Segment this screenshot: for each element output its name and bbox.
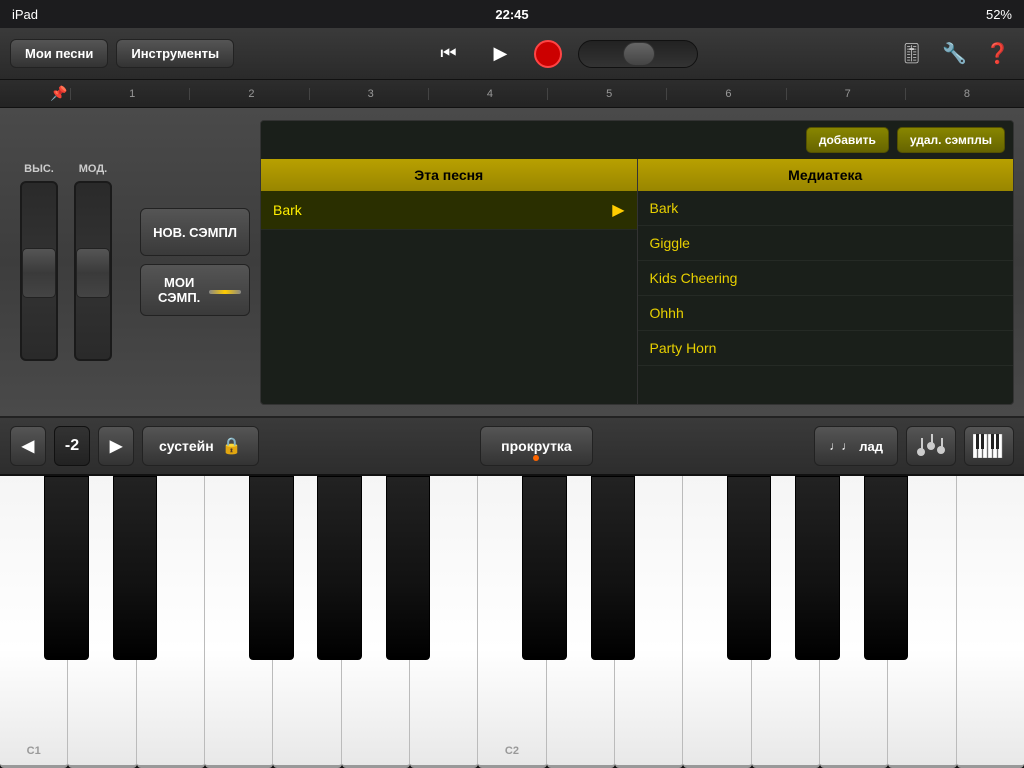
record-button[interactable] (534, 40, 562, 68)
white-key-c3[interactable] (957, 476, 1024, 768)
library-item-giggle[interactable]: Giggle (638, 226, 1014, 261)
note-icon: ♩♩ (829, 439, 853, 453)
mark-1: 1 (70, 88, 189, 100)
play-button[interactable]: ▶ (482, 36, 518, 72)
device-label: iPad (12, 7, 38, 22)
library-item-kids-cheering[interactable]: Kids Cheering (638, 261, 1014, 296)
this-song-header: Эта песня (261, 159, 637, 191)
battery-indicator: 52% (986, 7, 1012, 22)
delete-sample-button[interactable]: удал. сэмплы (897, 127, 1005, 153)
keyboard-view-button[interactable] (964, 426, 1014, 466)
help-icon[interactable]: ❓ (981, 37, 1014, 70)
black-key-0[interactable] (44, 476, 88, 660)
black-key-4[interactable] (317, 476, 361, 660)
mark-4: 4 (428, 88, 547, 100)
timeline: 📌 1 2 3 4 5 6 7 8 (0, 80, 1024, 108)
black-key-7[interactable] (522, 476, 566, 660)
octave-display: -2 (54, 426, 90, 466)
arpeggio-icon (917, 434, 945, 458)
timeline-pin: 📌 (50, 85, 67, 102)
volume-thumb (623, 42, 655, 66)
instruments-button[interactable]: Инструменты (116, 39, 234, 68)
black-key-10[interactable] (727, 476, 771, 660)
sample-buttons-panel: НОВ. СЭМПЛ МОИ СЭМП. (130, 198, 260, 326)
black-key-3[interactable] (249, 476, 293, 660)
black-key-1[interactable] (113, 476, 157, 660)
arrow-icon: ▶ (612, 200, 624, 220)
pitch-slider-thumb (22, 248, 56, 298)
octave-down-button[interactable]: ◀ (10, 426, 46, 466)
scroll-button[interactable]: прокрутка (480, 426, 593, 466)
keyboard-icon (973, 434, 1005, 458)
this-song-list[interactable]: Bark ▶ (261, 191, 637, 404)
black-key-5[interactable] (386, 476, 430, 660)
bottom-controls: ◀ -2 ▶ сустейн 🔒 прокрутка ♩♩ лад (0, 418, 1024, 476)
mark-8: 8 (905, 88, 1024, 100)
library-item-ohhh[interactable]: Ohhh (638, 296, 1014, 331)
rewind-button[interactable]: ⏮ (430, 36, 466, 72)
library-column: Медиатека Bark Giggle Kids Cheering Ohhh (638, 159, 1014, 404)
sample-content-panel: добавить удал. сэмплы Эта песня Bark ▶ М… (260, 120, 1014, 405)
arpeggio-button[interactable] (906, 426, 956, 466)
scroll-dot (533, 455, 539, 461)
transport-controls: ⏮ ▶ (242, 36, 887, 72)
volume-slider[interactable] (578, 40, 698, 68)
sample-lists: Эта песня Bark ▶ Медиатека Bark Giggle (261, 159, 1013, 404)
settings-icon[interactable]: 🔧 (938, 37, 971, 70)
song-item-bark[interactable]: Bark ▶ (261, 191, 637, 230)
my-songs-button[interactable]: Мои песни (10, 39, 108, 68)
library-item-bark[interactable]: Bark (638, 191, 1014, 226)
mod-slider-thumb (76, 248, 110, 298)
black-key-11[interactable] (795, 476, 839, 660)
black-key-12[interactable] (864, 476, 908, 660)
this-song-column: Эта песня Bark ▶ (261, 159, 638, 404)
new-sample-button[interactable]: НОВ. СЭМПЛ (140, 208, 250, 256)
pitch-slider-group: ВЫС. (20, 163, 58, 361)
status-bar: iPad 22:45 52% (0, 0, 1024, 28)
sample-action-toolbar: добавить удал. сэмплы (261, 121, 1013, 159)
top-toolbar: Мои песни Инструменты ⏮ ▶ 🎚 🔧 ❓ (0, 28, 1024, 80)
mod-label: МОД. (79, 163, 107, 175)
mod-slider-track[interactable] (74, 181, 112, 361)
pitch-mod-panel: ВЫС. МОД. (10, 153, 130, 371)
mark-6: 6 (666, 88, 785, 100)
pitch-label: ВЫС. (24, 163, 54, 175)
mod-slider-group: МОД. (74, 163, 112, 361)
battery-label: 52% (986, 7, 1012, 22)
library-list[interactable]: Bark Giggle Kids Cheering Ohhh Party Hor… (638, 191, 1014, 404)
black-key-8[interactable] (591, 476, 635, 660)
toolbar-right: 🎚 🔧 ❓ (895, 37, 1014, 70)
mixer-icon[interactable]: 🎚 (895, 37, 928, 70)
instrument-area: ВЫС. МОД. НОВ. СЭМПЛ МОИ СЭМП. добавить … (0, 108, 1024, 418)
sustain-button[interactable]: сустейн 🔒 (142, 426, 259, 466)
mark-5: 5 (547, 88, 666, 100)
add-sample-button[interactable]: добавить (806, 127, 889, 153)
sample-btn-indicator (209, 290, 241, 294)
pitch-slider-track[interactable] (20, 181, 58, 361)
mark-7: 7 (786, 88, 905, 100)
mark-2: 2 (189, 88, 308, 100)
lock-icon: 🔒 (222, 436, 242, 456)
scale-button[interactable]: ♩♩ лад (814, 426, 898, 466)
octave-up-button[interactable]: ▶ (98, 426, 134, 466)
clock: 22:45 (495, 7, 528, 22)
timeline-marks: 1 2 3 4 5 6 7 8 (70, 88, 1024, 100)
library-header: Медиатека (638, 159, 1014, 191)
piano-keyboard[interactable]: C1C2 (0, 476, 1024, 768)
library-item-party-horn[interactable]: Party Horn (638, 331, 1014, 366)
my-samples-button[interactable]: МОИ СЭМП. (140, 264, 250, 316)
mark-3: 3 (309, 88, 428, 100)
